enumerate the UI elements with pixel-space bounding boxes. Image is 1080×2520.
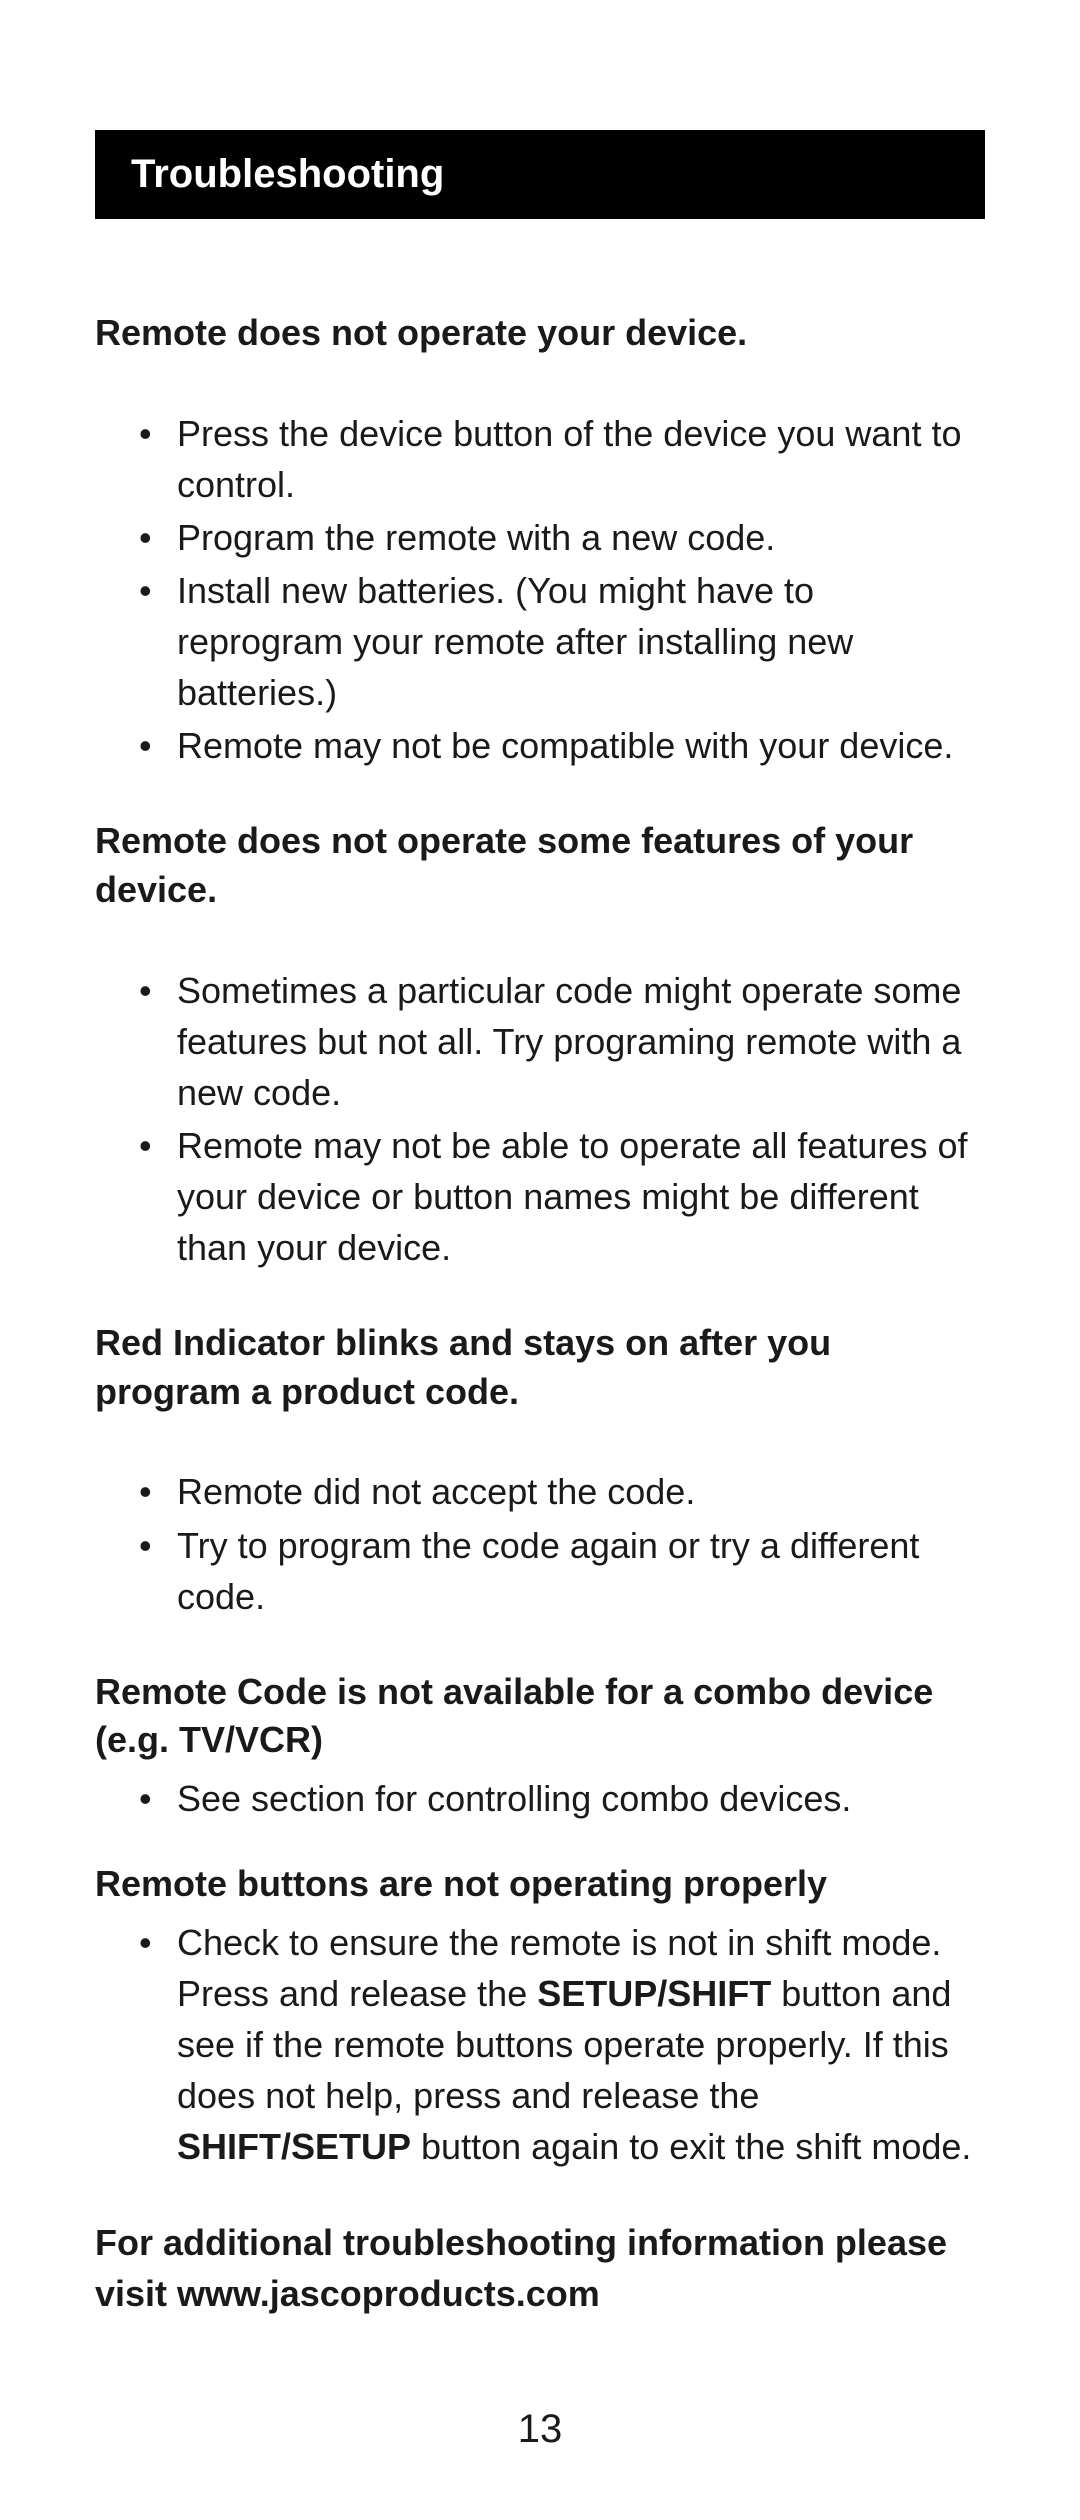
- section-2: Remote does not operate some features of…: [95, 817, 985, 1273]
- section-3-list: Remote did not accept the code. Try to p…: [95, 1466, 985, 1621]
- list-item: See section for controlling combo device…: [139, 1773, 985, 1824]
- section-3-heading: Red Indicator blinks and stays on after …: [95, 1319, 985, 1416]
- section-4: Remote Code is not available for a combo…: [95, 1668, 985, 1824]
- section-1-heading: Remote does not operate your device.: [95, 309, 985, 358]
- footer-additional-info: For additional troubleshooting informati…: [95, 2218, 985, 2319]
- list-item: Remote did not accept the code.: [139, 1466, 985, 1517]
- header-title: Troubleshooting: [131, 152, 444, 196]
- section-4-heading: Remote Code is not available for a combo…: [95, 1668, 985, 1765]
- list-item: Remote may not be able to operate all fe…: [139, 1120, 985, 1273]
- section-3: Red Indicator blinks and stays on after …: [95, 1319, 985, 1622]
- list-item: Remote may not be compatible with your d…: [139, 720, 985, 771]
- section-2-heading: Remote does not operate some features of…: [95, 817, 985, 914]
- list-item: Check to ensure the remote is not in shi…: [139, 1917, 985, 2173]
- list-item: Install new batteries. (You might have t…: [139, 565, 985, 718]
- section-5-list: Check to ensure the remote is not in shi…: [95, 1917, 985, 2173]
- list-item: Try to program the code again or try a d…: [139, 1520, 985, 1622]
- section-1-list: Press the device button of the device yo…: [95, 408, 985, 772]
- list-item: Press the device button of the device yo…: [139, 408, 985, 510]
- section-4-list: See section for controlling combo device…: [95, 1773, 985, 1824]
- list-item: Program the remote with a new code.: [139, 512, 985, 563]
- section-2-list: Sometimes a particular code might operat…: [95, 965, 985, 1274]
- section-header-bar: Troubleshooting: [95, 130, 985, 219]
- section-5: Remote buttons are not operating properl…: [95, 1860, 985, 2172]
- list-item: Sometimes a particular code might operat…: [139, 965, 985, 1118]
- section-1: Remote does not operate your device. Pre…: [95, 309, 985, 771]
- section-5-heading: Remote buttons are not operating properl…: [95, 1860, 985, 1909]
- page-number: 13: [0, 2407, 1080, 2452]
